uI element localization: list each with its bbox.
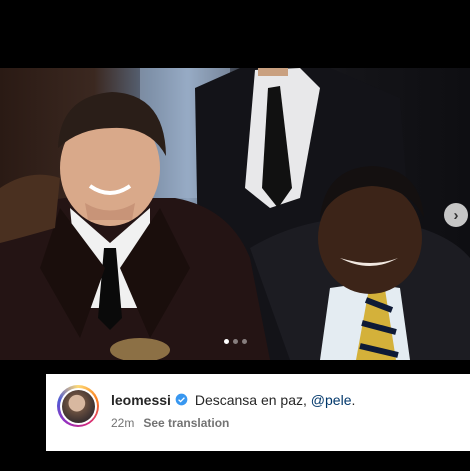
username-link[interactable]: leomessi [111,392,171,408]
avatar-story-ring[interactable] [57,385,99,427]
verified-badge-icon [175,393,188,406]
timestamp: 22m [111,416,135,430]
mention-link[interactable]: @pele [311,392,352,408]
caption-meta: 22m See translation [111,416,355,430]
caption-line: leomessi Descansa en paz, @pele. [111,391,355,409]
carousel-dot [241,339,247,344]
photo-illustration [0,68,470,360]
carousel-dot [232,339,238,344]
see-translation-button[interactable]: See translation [143,416,229,430]
chevron-right-icon: › [453,206,459,224]
avatar[interactable] [61,389,95,423]
carousel-next-button[interactable]: › [444,203,468,227]
post-caption: leomessi Descansa en paz, @pele. 22m See … [46,374,470,451]
caption-text: Descansa en paz, [190,392,311,408]
post-photo[interactable]: › [0,68,470,360]
carousel-dots [0,339,470,344]
carousel-dot [223,339,229,344]
caption-end: . [351,392,356,408]
